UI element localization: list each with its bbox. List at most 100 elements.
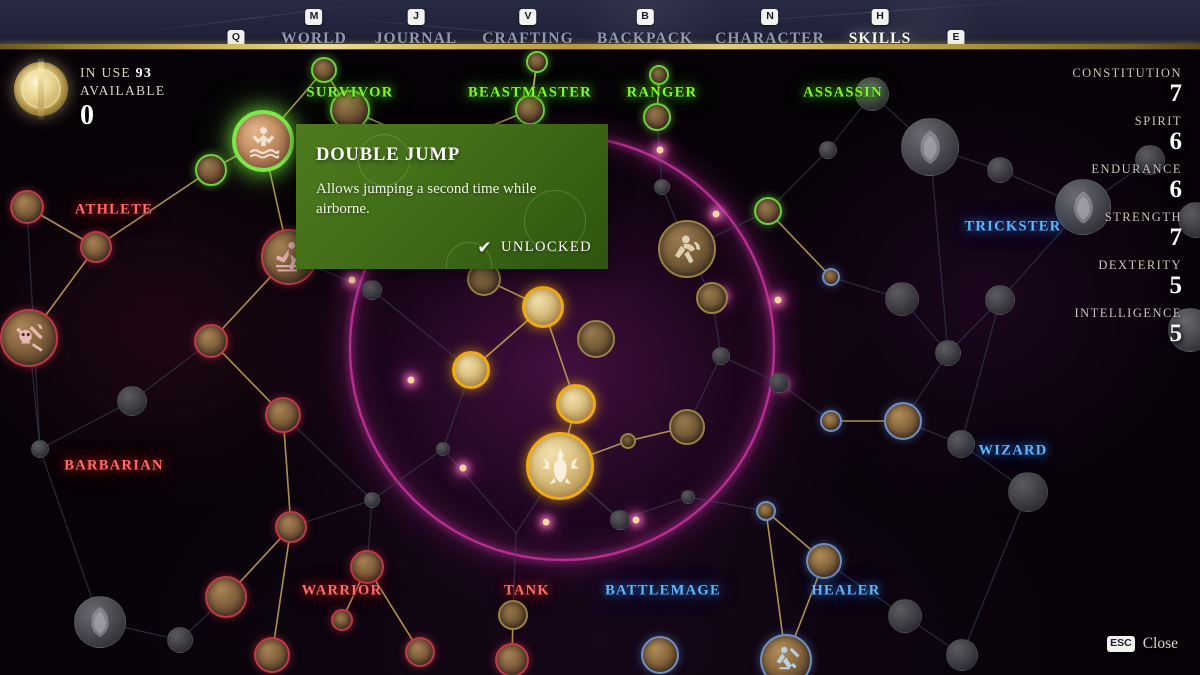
node-locked-big-1[interactable] <box>74 596 126 648</box>
class-label-survivor[interactable]: SURVIVOR <box>307 85 394 102</box>
arc-beacon-dot <box>459 464 467 472</box>
node-locked-15[interactable] <box>985 285 1015 315</box>
node-assassin-big[interactable] <box>901 118 959 176</box>
node-red-5[interactable] <box>265 397 301 433</box>
node-double-jump[interactable] <box>232 110 294 172</box>
arc-beacon-dot <box>774 296 782 304</box>
class-label-barbarian[interactable]: BARBARIAN <box>64 458 164 475</box>
stat-name: STRENGTH <box>1104 210 1182 224</box>
node-tank[interactable] <box>498 600 528 630</box>
nav-item-character[interactable]: N CHARACTER <box>715 6 825 48</box>
node-red-7[interactable] <box>205 576 247 618</box>
nav-item-journal[interactable]: J JOURNAL <box>375 6 458 48</box>
node-gold-3[interactable] <box>556 384 596 424</box>
class-label-trickster[interactable]: TRICKSTER <box>964 219 1061 236</box>
stat-value: 7 <box>1169 80 1183 107</box>
node-red-9[interactable] <box>405 637 435 667</box>
stat-value: 5 <box>1169 272 1183 299</box>
skill-tree-canvas[interactable]: SURVIVOR BEASTMASTER RANGER ASSASSIN ATHLETE… <box>0 0 1200 675</box>
top-navigation-bar[interactable]: Q M WORLD J JOURNAL V CRAFTING B BACKPACK N CHARAC… <box>0 0 1200 50</box>
node-locked-14[interactable] <box>885 282 919 316</box>
class-label-ranger[interactable]: RANGER <box>627 85 698 102</box>
node-locked-17[interactable] <box>987 157 1013 183</box>
edge-line <box>929 146 949 354</box>
stat-spirit: SPIRIT 6 <box>1072 114 1182 155</box>
node-assassin-branch[interactable] <box>754 197 782 225</box>
node-locked-5[interactable] <box>31 440 49 458</box>
node-red-8[interactable] <box>254 637 290 673</box>
node-locked-13[interactable] <box>935 340 961 366</box>
node-bronze-4[interactable] <box>696 282 728 314</box>
node-locked-6[interactable] <box>167 627 193 653</box>
nav-item-crafting[interactable]: V CRAFTING <box>482 6 573 48</box>
node-bronze-3[interactable] <box>577 320 615 358</box>
points-in-use-label: IN USE <box>80 65 131 80</box>
node-wizard-branch[interactable] <box>884 402 922 440</box>
skill-points-widget: IN USE 93 AVAILABLE 0 <box>14 57 165 131</box>
node-locked-2[interactable] <box>364 492 380 508</box>
stat-dexterity: DEXTERITY 5 <box>1072 258 1182 299</box>
nav-item-world[interactable]: M WORLD <box>281 6 347 48</box>
node-locked-21[interactable] <box>712 347 730 365</box>
node-bronze-6[interactable] <box>620 433 636 449</box>
node-blue-small-4[interactable] <box>641 636 679 674</box>
node-locked-10[interactable] <box>946 639 978 671</box>
node-locked-20[interactable] <box>769 373 789 393</box>
nav-item-backpack[interactable]: B BACKPACK <box>597 6 693 48</box>
node-red-2[interactable] <box>194 324 228 358</box>
nav-item-skills[interactable]: H SKILLS <box>849 6 912 48</box>
node-blue-small-3[interactable] <box>820 410 842 432</box>
node-battlemage-big[interactable] <box>760 634 812 675</box>
skill-points-text: IN USE 93 AVAILABLE 0 <box>80 62 165 131</box>
node-barbarian-big[interactable] <box>0 309 58 367</box>
points-in-use-row: IN USE 93 <box>80 64 165 82</box>
node-locked-12[interactable] <box>1008 472 1048 512</box>
node-locked-19[interactable] <box>819 141 837 159</box>
class-label-assassin[interactable]: ASSASSIN <box>803 85 883 102</box>
node-locked-7[interactable] <box>610 510 630 530</box>
node-locked-1[interactable] <box>362 280 382 300</box>
stat-value: 7 <box>1169 224 1183 251</box>
node-red-4[interactable] <box>10 190 44 224</box>
node-locked-11[interactable] <box>947 430 975 458</box>
node-green-small-1[interactable] <box>195 154 227 186</box>
node-red-10[interactable] <box>331 609 353 631</box>
node-red-1[interactable] <box>495 643 529 675</box>
node-locked-4[interactable] <box>117 386 147 416</box>
node-healer[interactable] <box>806 543 842 579</box>
node-ranger[interactable] <box>643 103 671 131</box>
arc-beacon-dot <box>632 516 640 524</box>
node-warrior[interactable] <box>350 550 384 584</box>
node-core[interactable] <box>526 432 594 500</box>
node-red-6[interactable] <box>275 511 307 543</box>
edge-line <box>960 299 1001 445</box>
node-blue-small-2[interactable] <box>822 268 840 286</box>
points-available-label: AVAILABLE <box>80 83 166 98</box>
stat-endurance: ENDURANCE 6 <box>1072 162 1182 203</box>
class-label-tank[interactable]: TANK <box>504 583 550 600</box>
node-bronze-5[interactable] <box>669 409 705 445</box>
stat-name: ENDURANCE <box>1091 162 1182 176</box>
node-blue-small-1[interactable] <box>756 501 776 521</box>
close-hint[interactable]: ESC Close <box>1107 635 1178 653</box>
node-green-small-2[interactable] <box>311 57 337 83</box>
node-green-small-4[interactable] <box>526 51 548 73</box>
node-gold-1[interactable] <box>522 286 564 328</box>
keycap-v: V <box>519 9 537 25</box>
node-red-3[interactable] <box>80 231 112 263</box>
node-locked-22[interactable] <box>654 179 670 195</box>
class-label-wizard[interactable]: WIZARD <box>978 443 1047 460</box>
node-locked-3[interactable] <box>436 442 450 456</box>
class-label-battlemage[interactable]: BATTLEMAGE <box>605 583 721 600</box>
class-label-warrior[interactable]: WARRIOR <box>302 583 383 600</box>
class-label-healer[interactable]: HEALER <box>811 583 880 600</box>
class-label-athlete[interactable]: ATHLETE <box>75 202 153 219</box>
node-gold-2[interactable] <box>452 351 490 389</box>
node-locked-8[interactable] <box>681 490 695 504</box>
node-locked-9[interactable] <box>888 599 922 633</box>
class-label-beastmaster[interactable]: BEASTMASTER <box>468 85 592 102</box>
edge-line <box>271 526 292 656</box>
node-beast-big[interactable] <box>658 220 716 278</box>
node-green-small-5[interactable] <box>649 65 669 85</box>
locked-class-icon <box>75 597 125 647</box>
